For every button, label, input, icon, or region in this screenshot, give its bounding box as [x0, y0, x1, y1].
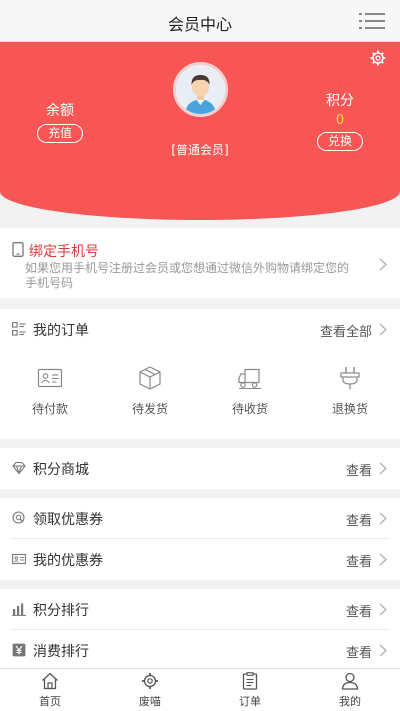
chevron-right-icon	[379, 603, 387, 616]
pending-payment-icon	[37, 368, 63, 388]
order-list-icon	[242, 672, 258, 690]
page-title: 会员中心	[167, 15, 232, 34]
orders-card: 我的订单 查看全部 待付款 待发货 待收货 退换货	[0, 309, 400, 439]
rankings-card: 积分排行 查看 消费排行 查看	[0, 589, 400, 668]
points-ranking-title: 积分排行	[33, 603, 89, 619]
package-box-icon	[139, 366, 161, 390]
spending-ranking-view-link[interactable]: 查看	[346, 642, 372, 661]
points-section: 积分 0 兑换	[314, 90, 366, 151]
bind-phone-description: 如果您用手机号注册过会员或您想通过微信外购物请绑定您的手机号码	[25, 261, 350, 290]
tab-label: 废喵	[139, 695, 161, 708]
balance-section: 余额 充值	[34, 100, 86, 143]
my-orders-title: 我的订单	[33, 323, 89, 339]
profile-header: [普通会员] 余额 充值 积分 0 兑换	[0, 42, 400, 220]
points-mall-view-link[interactable]: 查看	[346, 460, 372, 479]
order-status-to-ship[interactable]: 待发货	[115, 365, 185, 417]
chevron-right-icon	[379, 462, 387, 475]
tab-feimiao[interactable]: 废喵	[120, 672, 180, 709]
bind-phone-card[interactable]: 绑定手机号 如果您用手机号注册过会员或您想通过微信外购物请绑定您的手机号码	[0, 228, 400, 298]
view-all-orders-link[interactable]: 查看全部	[320, 321, 372, 340]
chevron-right-icon	[379, 512, 387, 525]
delivery-truck-icon	[238, 368, 261, 390]
tab-orders[interactable]: 订单	[220, 672, 280, 709]
hamburger-menu-icon[interactable]	[359, 12, 385, 30]
yen-icon	[12, 643, 26, 657]
coupons-card: 领取优惠券 查看 我的优惠券 查看	[0, 498, 400, 580]
tab-label: 首页	[39, 695, 61, 708]
chevron-right-icon	[379, 644, 387, 657]
user-avatar-icon	[176, 65, 225, 114]
order-status-pending-payment[interactable]: 待付款	[15, 365, 85, 417]
order-status-label: 待收货	[231, 402, 268, 416]
order-status-returns[interactable]: 退换货	[315, 365, 385, 417]
bar-chart-icon	[12, 603, 26, 616]
get-coupons-row[interactable]: 领取优惠券 查看	[0, 498, 400, 539]
coupon-search-icon	[12, 511, 25, 524]
phone-icon	[12, 242, 24, 257]
settings-gear-icon	[142, 673, 158, 689]
points-mall-row[interactable]: 积分商城 查看	[0, 448, 400, 489]
points-ranking-view-link[interactable]: 查看	[346, 601, 372, 620]
order-status-to-receive[interactable]: 待收货	[215, 365, 285, 417]
tab-label: 订单	[239, 695, 261, 708]
avatar[interactable]	[173, 62, 228, 117]
order-list-icon	[12, 322, 26, 336]
order-status-label: 待付款	[31, 402, 68, 416]
points-mall-title: 积分商城	[33, 462, 89, 478]
spending-ranking-title: 消费排行	[33, 644, 89, 660]
spending-ranking-row[interactable]: 消费排行 查看	[0, 630, 400, 668]
my-coupons-title: 我的优惠券	[33, 553, 103, 569]
tab-home[interactable]: 首页	[20, 672, 80, 709]
order-status-label: 退换货	[331, 402, 368, 416]
my-coupons-view-link[interactable]: 查看	[346, 551, 372, 570]
user-icon	[341, 672, 359, 690]
return-plug-icon	[340, 367, 360, 390]
get-coupons-view-link[interactable]: 查看	[346, 510, 372, 529]
settings-gear-icon[interactable]	[370, 50, 386, 66]
points-label: 积分	[326, 93, 354, 109]
bottom-tab-bar: 首页 废喵 订单 我的	[0, 668, 400, 711]
recharge-button[interactable]: 充值	[36, 124, 83, 143]
diamond-icon	[12, 461, 26, 475]
coupon-card-icon	[12, 553, 26, 565]
redeem-button[interactable]: 兑换	[316, 132, 363, 151]
points-value: 0	[335, 113, 345, 128]
chevron-right-icon	[379, 323, 387, 336]
top-bar: 会员中心	[0, 0, 400, 42]
order-status-label: 待发货	[131, 402, 168, 416]
get-coupons-title: 领取优惠券	[33, 512, 103, 528]
my-coupons-row[interactable]: 我的优惠券 查看	[0, 539, 400, 580]
home-icon	[42, 672, 58, 690]
tab-mine[interactable]: 我的	[320, 672, 380, 709]
chevron-right-icon	[379, 553, 387, 566]
chevron-right-icon	[379, 258, 387, 271]
bind-phone-title: 绑定手机号	[29, 244, 99, 260]
balance-label: 余额	[46, 103, 74, 119]
points-ranking-row[interactable]: 积分排行 查看	[0, 589, 400, 630]
tab-label: 我的	[339, 695, 361, 708]
